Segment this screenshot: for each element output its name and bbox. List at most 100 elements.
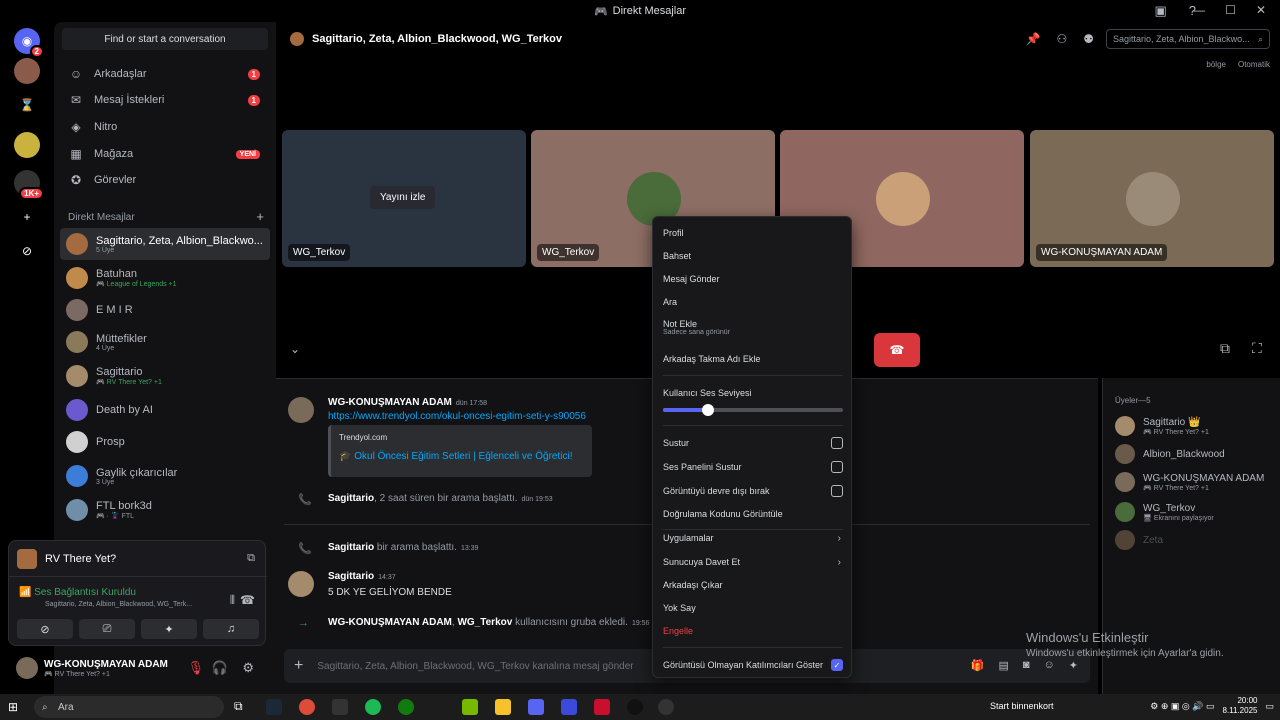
- user-volume-slider[interactable]: [663, 404, 843, 416]
- attach-plus-icon[interactable]: +: [294, 657, 303, 675]
- menu-item-add-note[interactable]: Not Ekle Sadece sana görünür: [663, 313, 843, 341]
- activity-bar[interactable]: RV There Yet? ⧉: [9, 541, 267, 577]
- checkbox[interactable]: [831, 461, 843, 473]
- popout-icon[interactable]: ⧉: [247, 552, 255, 565]
- mute-mic-icon[interactable]: 🎙: [187, 660, 204, 676]
- screenshare-button[interactable]: ⎚: [79, 619, 135, 639]
- dm-item[interactable]: Death by AI: [60, 394, 270, 426]
- menu-item-disable-video[interactable]: Görüntüyü devre dışı bırak: [663, 480, 843, 502]
- nav-friends[interactable]: ☺ Arkadaşlar 1: [62, 62, 268, 86]
- search-input[interactable]: Sagittario, Zeta, Albion_Blackwo... ⌕: [1106, 29, 1270, 49]
- home-button[interactable]: ◉ 2: [14, 28, 44, 58]
- video-tile-stream[interactable]: Yayını izle WG_Terkov: [282, 130, 526, 267]
- obs-icon[interactable]: [627, 699, 643, 715]
- member-list-icon[interactable]: ⚉: [1083, 32, 1094, 46]
- tray-icons[interactable]: ⚙ ⊕ ▣ ◎ 🔊 ▭: [1150, 701, 1214, 712]
- fullscreen-icon[interactable]: ⛶: [1252, 340, 1262, 357]
- dm-item[interactable]: Sagittario, Zeta, Albion_Blackwo... 5 Üye: [60, 228, 270, 260]
- unreal-icon[interactable]: [658, 699, 674, 715]
- menu-item-call[interactable]: Ara: [663, 291, 843, 313]
- message-author[interactable]: WG-KONUŞMAYAN ADAM dün 17:58: [328, 397, 487, 408]
- file-explorer-icon[interactable]: [495, 699, 511, 715]
- noise-suppression-icon[interactable]: ⦀: [230, 593, 235, 608]
- dm-item[interactable]: E M I R: [60, 294, 270, 326]
- collapse-chevron-icon[interactable]: ⌄: [290, 342, 300, 356]
- notification-icon[interactable]: ▭: [1265, 701, 1274, 712]
- app-icon[interactable]: [561, 699, 577, 715]
- create-dm-icon[interactable]: +: [256, 209, 264, 224]
- member-item[interactable]: WG_Terkov 🖥 Ekranını paylaşıyor: [1115, 498, 1275, 526]
- end-call-button[interactable]: ☎: [874, 333, 920, 367]
- xbox-icon[interactable]: [398, 699, 414, 715]
- emoji-icon[interactable]: ☺: [1044, 659, 1055, 672]
- riot-icon[interactable]: [594, 699, 610, 715]
- sticker-icon[interactable]: ◙: [1023, 659, 1030, 672]
- activities-button[interactable]: ✦: [141, 619, 197, 639]
- gift-icon[interactable]: 🎁: [971, 659, 985, 672]
- soundboard-button[interactable]: ♫: [203, 619, 259, 639]
- menu-item-ignore[interactable]: Yok Say: [663, 597, 843, 619]
- menu-item-remove-friend[interactable]: Arkadaşı Çıkar: [663, 574, 843, 596]
- maximize-button[interactable]: ☐: [1225, 3, 1236, 17]
- taskbar-search[interactable]: ⌕ Ara: [34, 696, 224, 718]
- checkbox-checked[interactable]: ✓: [831, 659, 843, 671]
- avatar[interactable]: [16, 657, 38, 679]
- hourglass-icon[interactable]: ⌛: [14, 92, 40, 118]
- member-item[interactable]: Sagittario 👑 🎮 RV There Yet? +1: [1115, 412, 1275, 440]
- region-selector[interactable]: bölge Otomatik: [1206, 60, 1270, 69]
- menu-item-apps[interactable]: Uygulamalar ›: [663, 527, 843, 549]
- add-members-icon[interactable]: ⚇: [1056, 32, 1067, 46]
- popout-icon[interactable]: ⧉: [1220, 340, 1230, 357]
- nvidia-icon[interactable]: [462, 699, 478, 715]
- dm-item[interactable]: Müttefikler 4 Üye: [60, 326, 270, 358]
- nav-nitro[interactable]: ◈ Nitro: [62, 115, 268, 139]
- discord-icon[interactable]: [528, 699, 544, 715]
- dm-item[interactable]: Prosp: [60, 426, 270, 458]
- slider-knob[interactable]: [702, 404, 714, 416]
- member-item[interactable]: Zeta: [1115, 526, 1275, 554]
- add-server-icon[interactable]: +: [14, 204, 40, 230]
- dm-item[interactable]: FTL bork3d 🎮 · 🦹 FTL: [60, 494, 270, 526]
- menu-item-add-nickname[interactable]: Arkadaş Takma Adı Ekle: [663, 348, 843, 370]
- message-author[interactable]: Sagittario 14:37: [328, 571, 396, 582]
- server-icon[interactable]: [14, 132, 40, 158]
- member-item[interactable]: WG-KONUŞMAYAN ADAM 🎮 RV There Yet? +1: [1115, 468, 1275, 496]
- menu-item-mute-soundboard[interactable]: Ses Panelini Sustur: [663, 456, 843, 478]
- spotify-icon[interactable]: [365, 699, 381, 715]
- checkbox[interactable]: [831, 437, 843, 449]
- steam-icon[interactable]: [266, 699, 282, 715]
- voice-status[interactable]: 📶 Ses Bağlantısı Kuruldu: [19, 587, 136, 598]
- menu-item-show-nonvideo[interactable]: Görüntüsü Olmayan Katılımcıları Göster ✓: [663, 654, 843, 676]
- epic-games-icon[interactable]: [332, 699, 348, 715]
- dm-item[interactable]: Batuhan 🎮 League of Legends +1: [60, 262, 270, 294]
- watch-stream-button[interactable]: Yayını izle: [370, 186, 436, 209]
- settings-gear-icon[interactable]: ⚙: [242, 660, 254, 676]
- nav-quests[interactable]: ✪ Görevler: [62, 168, 268, 192]
- menu-item-mention[interactable]: Bahset: [663, 245, 843, 267]
- disconnect-icon[interactable]: ☎: [240, 593, 255, 607]
- clock[interactable]: 20:00 8.11.2025: [1222, 696, 1257, 716]
- discover-icon[interactable]: ⊘: [14, 238, 40, 264]
- headphones-icon[interactable]: 🎧: [212, 660, 228, 676]
- video-tile[interactable]: WG-KONUŞMAYAN ADAM: [1030, 130, 1274, 267]
- menu-item-block[interactable]: Engelle: [663, 620, 843, 642]
- chrome-icon[interactable]: [299, 699, 315, 715]
- nav-shop[interactable]: ▦ Mağaza YENİ: [62, 142, 268, 166]
- dm-avatar-icon[interactable]: [14, 58, 40, 84]
- message-link[interactable]: https://www.trendyol.com/okul-oncesi-egi…: [328, 411, 586, 422]
- find-conversation-button[interactable]: Find or start a conversation: [62, 28, 268, 50]
- dm-item[interactable]: Sagittario 🎮 RV There Yet? +1: [60, 360, 270, 392]
- menu-item-profile[interactable]: Profil: [663, 222, 843, 244]
- task-view-icon[interactable]: ⧉: [234, 699, 250, 715]
- taskbar-notification[interactable]: Start binnenkort: [990, 701, 1054, 711]
- embed-title-link[interactable]: 🎓 Okul Öncesi Eğitim Setleri | Eğlenceli…: [339, 451, 572, 462]
- server-icon[interactable]: 1K+: [14, 170, 44, 200]
- menu-item-invite[interactable]: Sunucuya Davet Et ›: [663, 551, 843, 573]
- pin-icon[interactable]: 📌: [1026, 32, 1041, 46]
- menu-item-mute[interactable]: Sustur: [663, 432, 843, 454]
- checkbox[interactable]: [831, 485, 843, 497]
- apps-icon[interactable]: ✦: [1069, 659, 1078, 672]
- camera-off-button[interactable]: ⊘: [17, 619, 73, 639]
- menu-item-send-message[interactable]: Mesaj Gönder: [663, 268, 843, 290]
- inbox-icon[interactable]: ▣: [1154, 3, 1166, 19]
